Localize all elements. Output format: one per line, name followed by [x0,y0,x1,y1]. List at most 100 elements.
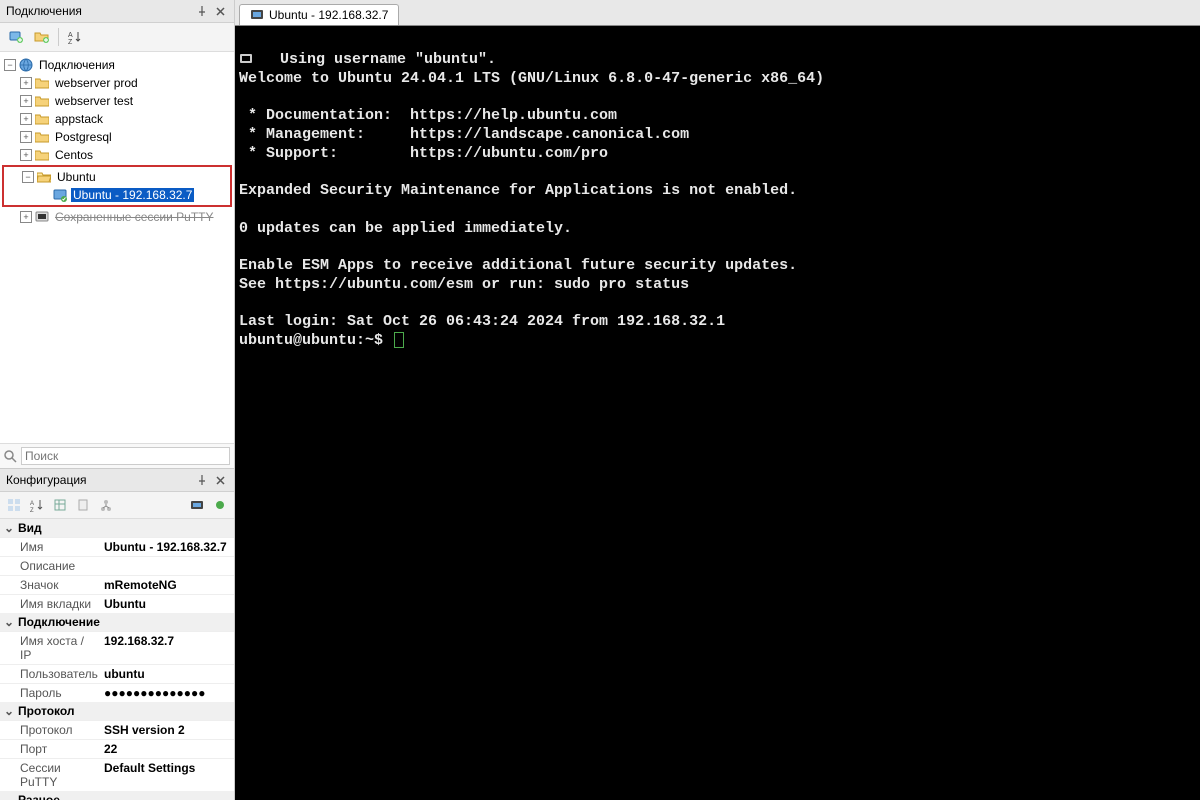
prop-value[interactable] [100,557,234,575]
terminal-blank [239,88,248,105]
tree-folder[interactable]: + webserver test [2,92,232,110]
tree-session-ubuntu[interactable]: Ubuntu - 192.168.32.7 [4,186,230,204]
prop-row[interactable]: Пользовательubuntu [0,664,234,683]
prop-value[interactable]: Ubuntu [100,595,234,613]
expander-icon[interactable]: + [20,131,32,143]
status-dot-icon[interactable] [210,495,230,515]
prop-section-label: Разное [18,793,60,800]
prop-row[interactable]: Пароль●●●●●●●●●●●●●● [0,683,234,702]
connections-panel-header: Подключения [0,0,234,23]
prop-value[interactable]: Default Settings [100,759,234,791]
svg-text:A: A [30,501,34,507]
property-grid[interactable]: ⌄Вид ИмяUbuntu - 192.168.32.7 Описание З… [0,519,234,800]
prop-value[interactable]: ●●●●●●●●●●●●●● [100,684,234,702]
toolbar-separator [58,28,59,46]
search-icon [4,450,17,463]
prop-key: Имя [0,538,100,556]
prop-row[interactable]: ПротоколSSH version 2 [0,720,234,739]
terminal-line: 0 updates can be applied immediately. [239,220,572,237]
terminal-prompt: ubuntu@ubuntu:~$ [239,332,392,349]
prop-row[interactable]: Имя хоста / IP192.168.32.7 [0,631,234,664]
tree-folder[interactable]: + webserver prod [2,74,232,92]
expander-icon[interactable]: + [20,211,32,223]
expander-icon[interactable]: + [20,113,32,125]
prop-key: Пароль [0,684,100,702]
pin-icon[interactable] [194,3,210,19]
prop-key: Сессии PuTTY [0,759,100,791]
search-input[interactable] [21,447,230,465]
categorized-icon[interactable] [4,495,24,515]
tree-item-label: webserver test [53,94,135,108]
terminal[interactable]: Using username "ubuntu". Welcome to Ubun… [235,26,1200,800]
terminal-line: * Management: https://landscape.canonica… [239,126,689,143]
terminal-line: Enable ESM Apps to receive additional fu… [239,257,797,274]
prop-value[interactable]: Ubuntu - 192.168.32.7 [100,538,234,556]
prop-key: Протокол [0,721,100,739]
prop-value[interactable]: SSH version 2 [100,721,234,739]
tab-label: Ubuntu - 192.168.32.7 [269,8,388,22]
prop-section-protocol[interactable]: ⌄Протокол [0,702,234,720]
tree-folder[interactable]: + Postgresql [2,128,232,146]
prop-value[interactable]: mRemoteNG [100,576,234,594]
prop-value[interactable]: ubuntu [100,665,234,683]
properties-icon[interactable] [50,495,70,515]
close-icon[interactable] [212,3,228,19]
prop-key: Пользователь [0,665,100,683]
search-row [0,443,234,468]
terminal-text: (GNU/Linux 6.8.0-47-generic x86_64) [500,70,824,87]
prop-key: Порт [0,740,100,758]
prop-key: Имя вкладки [0,595,100,613]
tree-folder[interactable]: + Centos [2,146,232,164]
terminal-line: Using username "ubuntu". [239,51,496,68]
terminal-line: * Documentation: https://help.ubuntu.com [239,107,617,124]
terminal-line: Expanded Security Maintenance for Applic… [239,182,797,199]
prop-section-label: Протокол [18,704,75,718]
terminal-blank [239,238,248,255]
prop-value[interactable]: 192.168.32.7 [100,632,234,664]
terminal-line: Welcome to Ubuntu 24.04.1 LTS (GNU/Linux… [239,70,824,87]
prop-section-view[interactable]: ⌄Вид [0,519,234,537]
folder-icon [34,75,50,91]
tree-root[interactable]: − Подключения [2,56,232,74]
terminal-welcome-boxed: Welcome to Ubuntu 24.04.1 LTS [239,70,500,87]
config-panel-title: Конфигурация [6,473,192,487]
tab-ubuntu-session[interactable]: Ubuntu - 192.168.32.7 [239,4,399,25]
prop-row[interactable]: ИмяUbuntu - 192.168.32.7 [0,537,234,556]
expander-icon[interactable]: + [20,95,32,107]
prop-section-misc[interactable]: ⌄Разное [0,791,234,800]
tree-item-label: Centos [53,148,95,162]
pin-icon[interactable] [194,472,210,488]
inheritance-icon[interactable] [96,495,116,515]
alpha-sort-icon[interactable]: AZ [27,495,47,515]
defaults-icon[interactable] [73,495,93,515]
prop-row[interactable]: Сессии PuTTYDefault Settings [0,758,234,791]
tree-folder-ubuntu[interactable]: − Ubuntu [4,168,230,186]
prop-value[interactable]: 22 [100,740,234,758]
config-panel: Конфигурация AZ ⌄Вид ИмяUbuntu - 192.168… [0,468,234,800]
connections-tree[interactable]: − Подключения + webserver prod + webserv… [0,52,234,443]
prop-row[interactable]: ЗначокmRemoteNG [0,575,234,594]
sort-icon[interactable]: AZ [65,27,85,47]
expander-icon[interactable]: + [20,149,32,161]
prop-row[interactable]: Описание [0,556,234,575]
expander-icon[interactable]: + [20,77,32,89]
main-area: Ubuntu - 192.168.32.7 Using username "ub… [235,0,1200,800]
tree-folder[interactable]: + appstack [2,110,232,128]
host-icon[interactable] [187,495,207,515]
prop-row[interactable]: Имя вкладкиUbuntu [0,594,234,613]
expander-icon[interactable]: − [22,171,34,183]
connections-toolbar: AZ [0,23,234,52]
new-folder-icon[interactable] [32,27,52,47]
prop-key: Имя хоста / IP [0,632,100,664]
tree-putty-sessions[interactable]: + Сохраненные сессии PuTTY [2,208,232,226]
expander-icon[interactable]: − [4,59,16,71]
prop-row[interactable]: Порт22 [0,739,234,758]
folder-icon [34,147,50,163]
prop-section-connection[interactable]: ⌄Подключение [0,613,234,631]
config-toolbar: AZ [0,492,234,519]
svg-text:Z: Z [30,508,34,512]
session-active-icon [52,187,68,203]
new-connection-icon[interactable] [6,27,26,47]
close-icon[interactable] [212,472,228,488]
svg-text:A: A [68,32,73,39]
